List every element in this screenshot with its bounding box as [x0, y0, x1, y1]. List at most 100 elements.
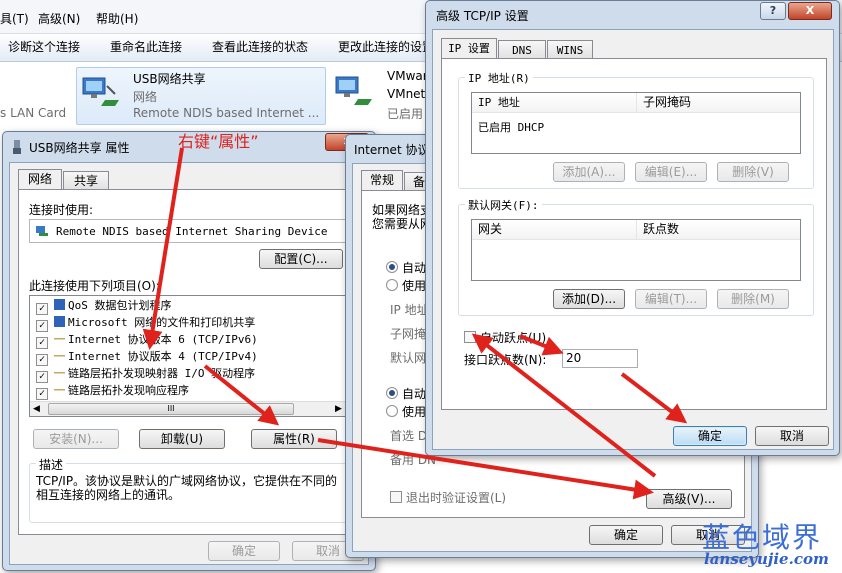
adapter-lan-card-tail: s LAN Card — [0, 106, 67, 120]
default-gateway-group: 默认网关(F): 网关 跃点数 添加(D)... 编辑(T)... 删除(M) — [458, 197, 814, 316]
device-icon — [36, 226, 48, 236]
network-adapter-icon — [335, 76, 372, 105]
advanced-body: IP 设置 DNS WINS IP 地址(R) IP 地址 子网掩码 已启用 D… — [432, 29, 834, 450]
tab-network[interactable]: 网络 — [18, 169, 62, 189]
auto-metric-checkbox[interactable] — [464, 331, 476, 343]
auto-ip-radio[interactable] — [386, 261, 398, 273]
ok-button[interactable]: 确定 — [673, 426, 747, 446]
tab-ip-settings[interactable]: IP 设置 — [441, 38, 497, 58]
list-item[interactable]: ✓ 链路层拓扑发现映射器 I/O 驱动程序 — [36, 366, 256, 383]
validate-checkbox[interactable] — [390, 491, 402, 503]
adapter-status: VMnet — [387, 87, 426, 101]
uninstall-button[interactable]: 卸载(U) — [139, 429, 225, 449]
interface-metric-input[interactable]: 20 — [562, 349, 638, 368]
edit-gateway-button[interactable]: 编辑(T)... — [635, 289, 707, 309]
adapter-state: 已启用 — [387, 107, 424, 121]
adapter-usb-sharing[interactable]: USB网络共享 网络 Remote NDIS based Internet ..… — [76, 67, 326, 125]
ip-address-list[interactable]: IP 地址 子网掩码 已启用 DHCP — [471, 92, 801, 154]
intro-line2: 您需要从网 — [372, 217, 433, 231]
ok-button[interactable]: 确定 — [589, 525, 663, 545]
item-checkbox[interactable]: ✓ — [36, 354, 48, 366]
ip-address-label: IP 地址 — [390, 303, 429, 317]
list-item[interactable]: ✓ 链路层拓扑发现响应程序 — [36, 383, 189, 400]
cancel-button[interactable]: 取消 — [755, 426, 829, 446]
item-checkbox[interactable]: ✓ — [36, 320, 48, 332]
window-title: 高级 TCP/IP 设置 — [436, 9, 529, 23]
ip-address-group: IP 地址(R) IP 地址 子网掩码 已启用 DHCP 添加(A)... 编辑… — [458, 70, 814, 189]
item-checkbox[interactable]: ✓ — [36, 388, 48, 400]
ip-address-group-label: IP 地址(R) — [465, 70, 533, 86]
auto-metric-label: 自动跃点(U) — [480, 331, 547, 345]
manual-ip-label: 使用 — [402, 279, 427, 293]
properties-body: 网络 共享 连接时使用: Remote NDIS based Internet … — [9, 162, 369, 565]
adapter-name: USB网络共享 — [133, 72, 206, 86]
menu-advanced[interactable]: 高级(N) — [38, 10, 80, 27]
item-label: Microsoft 网络的文件和打印机共享 — [68, 316, 256, 329]
tab-general[interactable]: 常规 — [361, 170, 403, 190]
edit-ip-button[interactable]: 编辑(E)... — [635, 162, 707, 182]
list-item[interactable]: ✓ Microsoft 网络的文件和打印机共享 — [36, 315, 256, 332]
remove-gateway-button[interactable]: 删除(M) — [717, 289, 789, 309]
list-item[interactable]: ✓ Internet 协议版本 4 (TCP/IPv4) — [36, 349, 258, 366]
ip-address-column[interactable]: IP 地址 — [472, 93, 637, 113]
item-checkbox[interactable]: ✓ — [36, 371, 48, 383]
auto-dns-radio[interactable] — [386, 387, 398, 399]
list-item[interactable]: ✓ QoS 数据包计划程序 — [36, 298, 172, 315]
help-button[interactable]: ? — [760, 2, 786, 20]
cmd-status[interactable]: 查看此连接的状态 — [212, 38, 308, 55]
install-button[interactable]: 安装(N)... — [33, 429, 119, 449]
adapter-vmware[interactable]: VMwar VMnet 已启用 — [330, 67, 430, 125]
manual-dns-label: 使用 — [402, 405, 427, 419]
menu-tools[interactable]: 具(T) — [0, 10, 29, 27]
items-label: 此连接使用下列项目(O): — [29, 279, 160, 293]
item-label: Internet 协议版本 6 (TCP/IPv6) — [68, 333, 258, 346]
window-title: USB网络共享 属性 — [29, 141, 130, 155]
item-checkbox[interactable]: ✓ — [36, 303, 48, 315]
share-icon — [54, 316, 65, 327]
network-adapter-icon — [82, 77, 119, 106]
device-name: Remote NDIS based Internet Sharing Devic… — [56, 225, 328, 238]
dhcp-row[interactable]: 已启用 DHCP — [478, 119, 544, 135]
close-button[interactable]: X — [788, 2, 832, 20]
properties-button[interactable]: 属性(R) — [251, 429, 337, 449]
cmd-diagnose[interactable]: 诊断这个连接 — [8, 38, 80, 55]
scroll-right-icon[interactable]: ▶ — [335, 404, 342, 414]
list-item[interactable]: ✓ Internet 协议版本 6 (TCP/IPv6) — [36, 332, 258, 349]
description-text: TCP/IP。该协议是默认的广域网络协议，它提供在不同的相互连接的网络上的通讯。 — [36, 474, 338, 502]
manual-dns-radio[interactable] — [386, 405, 398, 417]
tab-dns[interactable]: DNS — [498, 40, 546, 58]
item-checkbox[interactable]: ✓ — [36, 337, 48, 349]
device-box: Remote NDIS based Internet Sharing Devic… — [29, 219, 349, 243]
window-title: Internet 协议 — [354, 143, 430, 157]
remove-ip-button[interactable]: 删除(V) — [717, 162, 789, 182]
tab-sharing[interactable]: 共享 — [63, 171, 109, 189]
advanced-button[interactable]: 高级(V)... — [646, 489, 732, 509]
configure-button[interactable]: 配置(C)... — [259, 249, 343, 269]
qos-icon — [54, 299, 65, 310]
add-gateway-button[interactable]: 添加(D)... — [553, 289, 625, 309]
scroll-thumb[interactable]: III — [48, 403, 294, 415]
menu-help[interactable]: 帮助(H) — [96, 10, 138, 27]
connect-using-label: 连接时使用: — [29, 203, 94, 217]
subnet-mask-column[interactable]: 子网掩码 — [637, 93, 800, 113]
advanced-tcpip-window: 高级 TCP/IP 设置 ? X IP 设置 DNS WINS IP 地址(R)… — [425, 0, 840, 456]
add-ip-button[interactable]: 添加(A)... — [553, 162, 625, 182]
gateway-column[interactable]: 网关 — [472, 220, 637, 240]
gateway-list[interactable]: 网关 跃点数 — [471, 219, 801, 281]
scroll-left-icon[interactable]: ◀ — [33, 404, 40, 414]
metric-column[interactable]: 跃点数 — [637, 220, 800, 240]
manual-ip-radio[interactable] — [386, 279, 398, 291]
horizontal-scrollbar[interactable]: ◀ III ▶ — [30, 401, 348, 416]
tab-wins[interactable]: WINS — [547, 40, 593, 58]
default-gateway-group-label: 默认网关(F): — [465, 197, 542, 213]
properties-window: USB网络共享 属性 ✕ 网络 共享 连接时使用: Remote NDIS ba… — [2, 131, 376, 571]
cmd-rename[interactable]: 重命名此连接 — [110, 38, 182, 55]
protocol-icon — [54, 350, 65, 361]
network-tab-panel: 连接时使用: Remote NDIS based Internet Sharin… — [18, 189, 360, 535]
item-label: 链路层拓扑发现映射器 I/O 驱动程序 — [68, 367, 256, 380]
adapter-status: 网络 — [133, 90, 158, 104]
cmd-change-settings[interactable]: 更改此连接的设置 — [338, 38, 434, 55]
description-group: 描述 TCP/IP。该协议是默认的广域网络协议，它提供在不同的相互连接的网络上的… — [29, 456, 349, 523]
ok-button[interactable]: 确定 — [208, 541, 280, 561]
description-label: 描述 — [36, 456, 67, 473]
